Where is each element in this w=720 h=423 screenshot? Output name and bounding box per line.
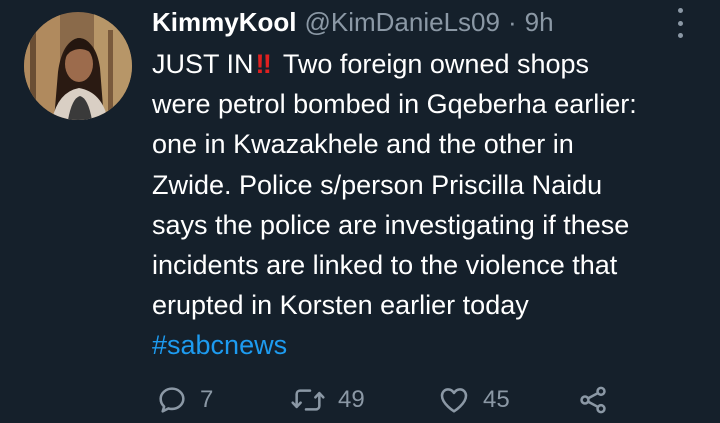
tweet-line: Zwide. Police s/person Priscilla Naidu: [152, 169, 603, 200]
timestamp[interactable]: 9h: [525, 4, 554, 40]
retweet-button[interactable]: 49: [290, 380, 365, 420]
tweet-header: KimmyKool @KimDanieLs09 · 9h: [152, 4, 554, 40]
tweet-line: incidents are linked to the violence tha…: [152, 250, 618, 281]
share-icon: [580, 386, 606, 414]
first-line-text: Two foreign owned shops: [282, 49, 590, 79]
tweet-line: JUST IN‼ Two foreign owned shops: [152, 44, 702, 84]
heart-icon: [440, 388, 468, 413]
avatar-photo: [24, 12, 132, 120]
share-button[interactable]: [576, 380, 610, 420]
retweet-icon: [291, 389, 325, 411]
like-button[interactable]: 45: [437, 380, 510, 420]
more-options-icon[interactable]: [668, 8, 692, 38]
tweet-line: one in Kwazakhele and the other in: [152, 129, 574, 160]
user-handle[interactable]: @KimDanieLs09: [304, 4, 499, 40]
display-name[interactable]: KimmyKool: [152, 4, 296, 40]
like-count: 45: [483, 386, 510, 413]
double-exclamation-icon: ‼: [255, 49, 272, 79]
tweet-line: says the police are investigating if the…: [152, 209, 630, 240]
tweet-line: erupted in Korsten earlier today: [152, 290, 529, 321]
reply-button[interactable]: 7: [156, 380, 213, 420]
tweet-line: were petrol bombed in Gqeberha earlier:: [152, 89, 637, 120]
just-in-text: JUST IN: [152, 49, 254, 79]
action-bar: 7 49 45: [0, 380, 720, 420]
reply-count: 7: [200, 386, 214, 413]
retweet-count: 49: [338, 386, 365, 413]
tweet-text: JUST IN‼ Two foreign owned shops were pe…: [152, 44, 702, 366]
reply-icon: [159, 387, 185, 413]
hashtag-link[interactable]: #sabcnews: [152, 325, 702, 365]
avatar[interactable]: [24, 12, 132, 120]
separator-dot: ·: [507, 7, 517, 37]
